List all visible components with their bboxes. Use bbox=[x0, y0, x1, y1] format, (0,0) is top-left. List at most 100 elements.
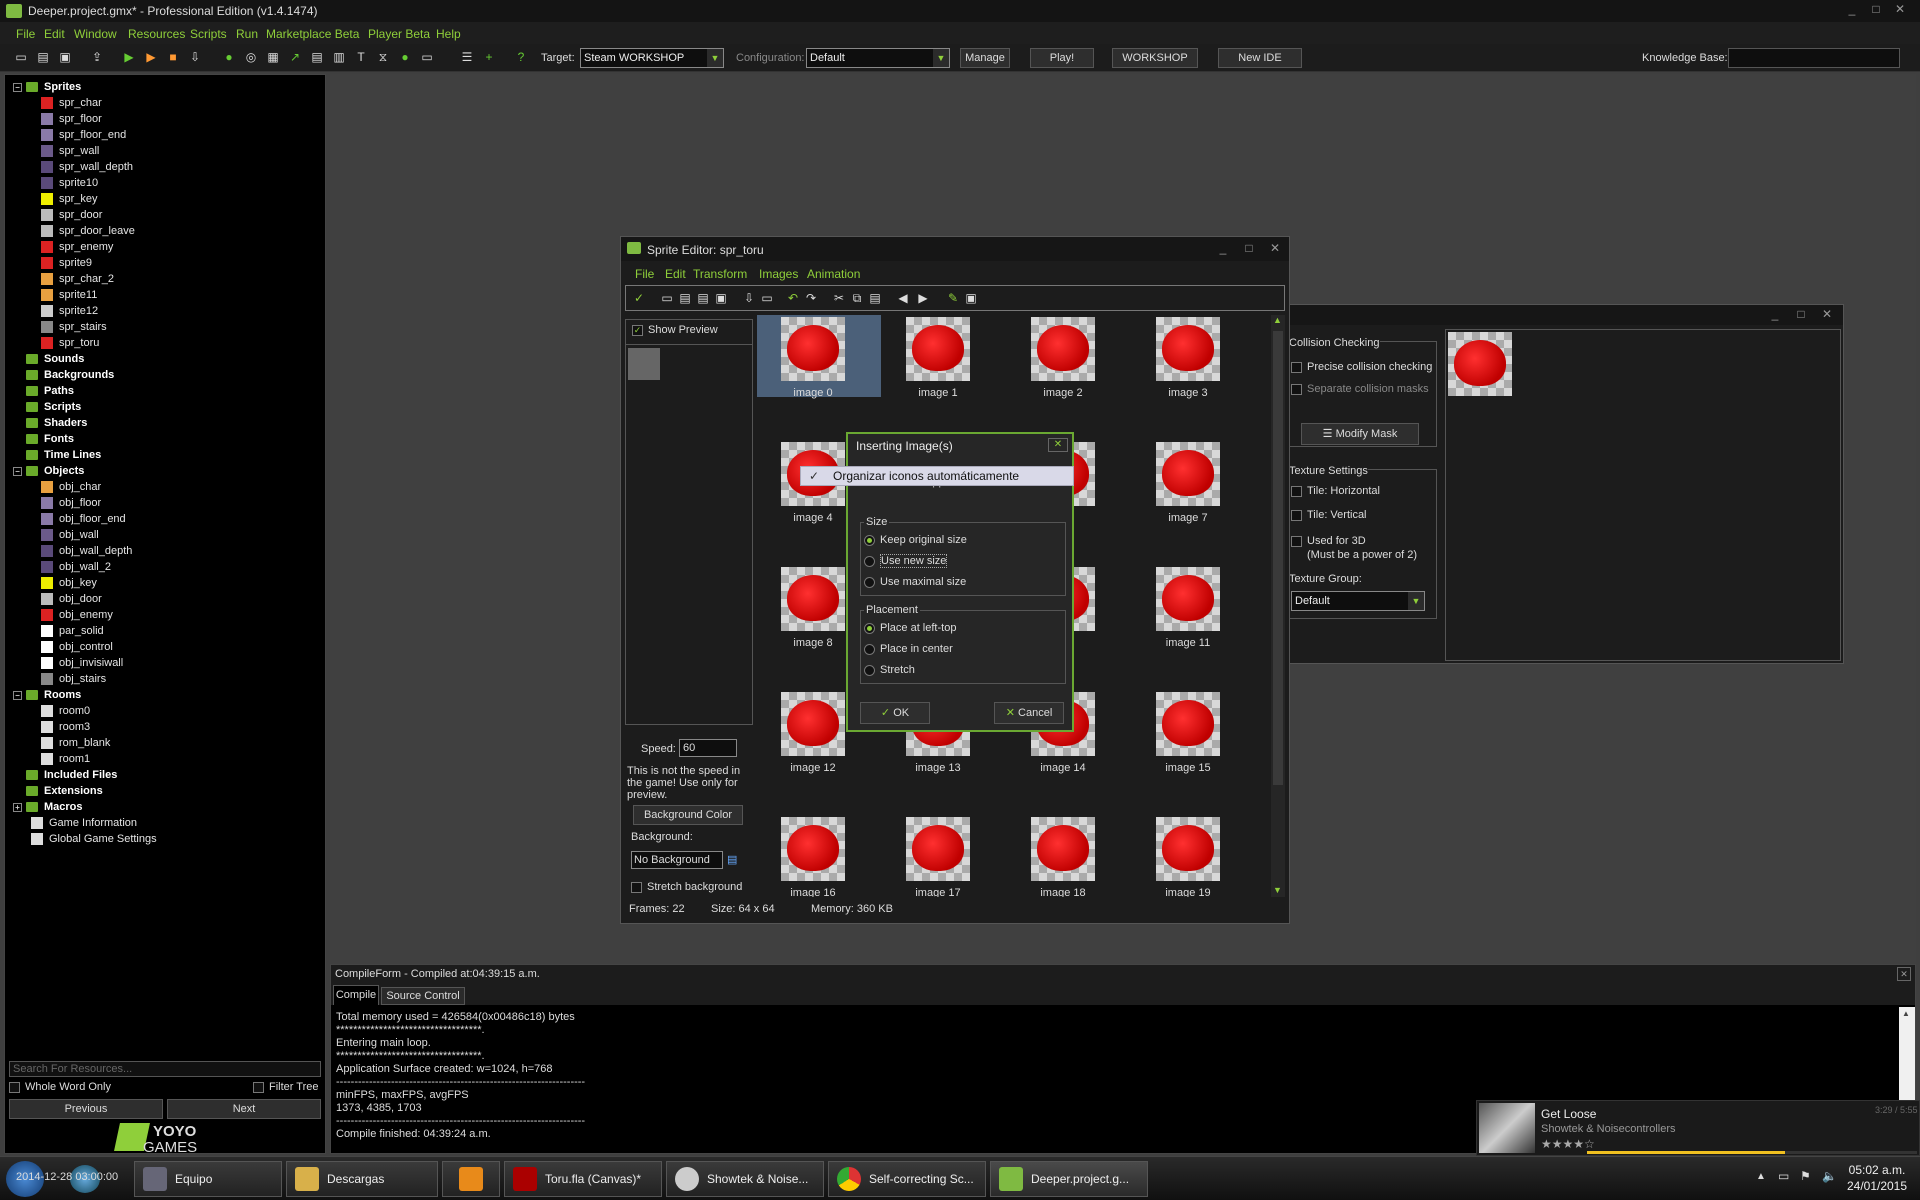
close-icon[interactable]: ✕ bbox=[1817, 307, 1837, 323]
add-room-icon[interactable]: ▭ bbox=[420, 50, 434, 64]
copy-icon[interactable]: ⧉ bbox=[850, 291, 864, 305]
tree-item[interactable]: spr_wall_depth bbox=[41, 159, 133, 175]
redo-icon[interactable]: ↷ bbox=[804, 291, 818, 305]
close-icon[interactable]: ✕ bbox=[1265, 241, 1285, 257]
tree-item[interactable]: sprite10 bbox=[41, 175, 98, 191]
help-icon[interactable]: ? bbox=[514, 50, 528, 64]
minimize-icon[interactable]: _ bbox=[1765, 307, 1785, 323]
background-color-button[interactable]: Background Color bbox=[633, 805, 743, 825]
task-music[interactable]: Showtek & Noise... bbox=[666, 1161, 824, 1197]
task-equipo[interactable]: Equipo bbox=[134, 1161, 282, 1197]
tree-item[interactable]: obj_control bbox=[41, 639, 113, 655]
search-input[interactable]: Search For Resources... bbox=[9, 1061, 321, 1077]
tree-item[interactable]: obj_char bbox=[41, 479, 101, 495]
add-script-icon[interactable]: ▤ bbox=[310, 50, 324, 64]
add-shader-icon[interactable]: ▥ bbox=[332, 50, 346, 64]
sprite-frame[interactable] bbox=[906, 817, 970, 881]
add-icon[interactable]: + bbox=[482, 50, 496, 64]
use-maximal-size-radio[interactable]: Use maximal size bbox=[864, 576, 966, 588]
edit-image-icon[interactable]: ✎ bbox=[946, 291, 960, 305]
se-menu-edit[interactable]: Edit bbox=[665, 267, 686, 281]
menu-scripts[interactable]: Scripts bbox=[190, 27, 227, 41]
collapse-icon[interactable]: − bbox=[13, 82, 22, 92]
separate-checkbox[interactable]: Separate collision masks bbox=[1291, 383, 1429, 395]
scroll-up-icon[interactable]: ▲ bbox=[1902, 1009, 1910, 1018]
expand-icon[interactable]: + bbox=[13, 802, 22, 812]
se-menu-file[interactable]: File bbox=[635, 267, 654, 281]
manage-button[interactable]: Manage bbox=[960, 48, 1010, 68]
tree-item[interactable]: obj_invisiwall bbox=[41, 655, 123, 671]
precise-checkbox[interactable]: Precise collision checking bbox=[1291, 361, 1432, 373]
add-path-icon[interactable]: ↗ bbox=[288, 50, 302, 64]
tab-compile[interactable]: Compile bbox=[333, 985, 379, 1005]
tab-source-control[interactable]: Source Control bbox=[381, 987, 465, 1005]
menu-help[interactable]: Help bbox=[436, 27, 461, 41]
new-ide-button[interactable]: New IDE bbox=[1218, 48, 1302, 68]
tree-item[interactable]: room3 bbox=[41, 719, 90, 735]
whole-word-checkbox[interactable]: Whole Word Only bbox=[9, 1081, 111, 1093]
sprite-frame[interactable] bbox=[1031, 317, 1095, 381]
speed-input[interactable]: 60 bbox=[679, 739, 737, 757]
tree-item[interactable]: spr_stairs bbox=[41, 319, 107, 335]
menu-marketplace[interactable]: Marketplace Beta bbox=[266, 27, 359, 41]
tree-group-scripts[interactable]: Scripts bbox=[13, 399, 81, 415]
place-left-top-radio[interactable]: Place at left-top bbox=[864, 622, 956, 634]
tree-item[interactable]: Game Information bbox=[31, 815, 137, 831]
tree-group-rooms[interactable]: − Rooms bbox=[13, 687, 81, 703]
use-new-size-radio[interactable]: Use new size bbox=[864, 554, 948, 568]
tree-item[interactable]: obj_door bbox=[41, 591, 102, 607]
tree-group-backgrounds[interactable]: Backgrounds bbox=[13, 367, 114, 383]
sprite-frame[interactable] bbox=[781, 317, 845, 381]
tray-volume-icon[interactable]: 🔈 bbox=[1822, 1169, 1837, 1183]
open-icon[interactable]: ▤ bbox=[36, 50, 50, 64]
tree-item[interactable]: obj_enemy bbox=[41, 607, 113, 623]
tree-group-fonts[interactable]: Fonts bbox=[13, 431, 74, 447]
tree-item[interactable]: obj_key bbox=[41, 575, 97, 591]
tray-network-icon[interactable]: ▭ bbox=[1778, 1169, 1789, 1183]
new-file-icon[interactable]: ▭ bbox=[14, 50, 28, 64]
maximize-icon[interactable]: □ bbox=[1866, 2, 1886, 18]
sprite-frame[interactable] bbox=[781, 692, 845, 756]
sprite-frame[interactable] bbox=[1156, 442, 1220, 506]
close-icon[interactable]: ✕ bbox=[1890, 2, 1910, 18]
next-button[interactable]: Next bbox=[167, 1099, 321, 1119]
tree-item[interactable]: spr_floor_end bbox=[41, 127, 126, 143]
knowledge-input[interactable] bbox=[1728, 48, 1900, 68]
scroll-up-icon[interactable]: ▲ bbox=[1273, 315, 1282, 325]
sprite-frame[interactable] bbox=[781, 817, 845, 881]
target-select[interactable]: Steam WORKSHOP ▼ bbox=[580, 48, 724, 68]
tree-item[interactable]: spr_wall bbox=[41, 143, 99, 159]
filter-tree-checkbox[interactable]: Filter Tree bbox=[253, 1081, 319, 1093]
tree-item[interactable]: sprite11 bbox=[41, 287, 97, 303]
minimize-icon[interactable]: _ bbox=[1213, 241, 1233, 257]
menu-edit[interactable]: Edit bbox=[44, 27, 65, 41]
cancel-button[interactable]: ✕ Cancel bbox=[994, 702, 1064, 724]
open-icon[interactable]: ▤ bbox=[678, 291, 692, 305]
tree-item[interactable]: sprite12 bbox=[41, 303, 98, 319]
menu-run[interactable]: Run bbox=[236, 27, 258, 41]
add-frame-icon[interactable]: ▭ bbox=[760, 291, 774, 305]
task-flash[interactable]: Toru.fla (Canvas)* bbox=[504, 1161, 662, 1197]
tree-item[interactable]: rom_blank bbox=[41, 735, 110, 751]
minimize-icon[interactable]: _ bbox=[1842, 2, 1862, 18]
tree-item[interactable]: spr_char bbox=[41, 95, 102, 111]
sprite-frame[interactable] bbox=[906, 317, 970, 381]
sprite-frame[interactable] bbox=[1156, 817, 1220, 881]
tree-group-paths[interactable]: Paths bbox=[13, 383, 74, 399]
undo-icon[interactable]: ↶ bbox=[786, 291, 800, 305]
ok-button[interactable]: ✓ OK bbox=[860, 702, 930, 724]
menu-player[interactable]: Player Beta bbox=[368, 27, 430, 41]
sprite-frame[interactable] bbox=[1031, 817, 1095, 881]
tree-item[interactable]: spr_char_2 bbox=[41, 271, 114, 287]
maximize-icon[interactable]: □ bbox=[1791, 307, 1811, 323]
tree-item[interactable]: Global Game Settings bbox=[31, 831, 157, 847]
context-menu-item[interactable]: ✓ Organizar iconos automáticamente bbox=[800, 466, 1074, 486]
tree-group-sounds[interactable]: Sounds bbox=[13, 351, 84, 367]
add-sound-icon[interactable]: ◎ bbox=[244, 50, 258, 64]
song-progress-track[interactable] bbox=[1587, 1151, 1917, 1154]
media-notification[interactable]: Get Loose Showtek & Noisecontrollers ★★★… bbox=[1476, 1100, 1920, 1156]
tree-item[interactable]: obj_stairs bbox=[41, 671, 106, 687]
build-icon[interactable]: ⇩ bbox=[188, 50, 202, 64]
stop-icon[interactable]: ■ bbox=[166, 50, 180, 64]
import-icon[interactable]: ⇩ bbox=[742, 291, 756, 305]
